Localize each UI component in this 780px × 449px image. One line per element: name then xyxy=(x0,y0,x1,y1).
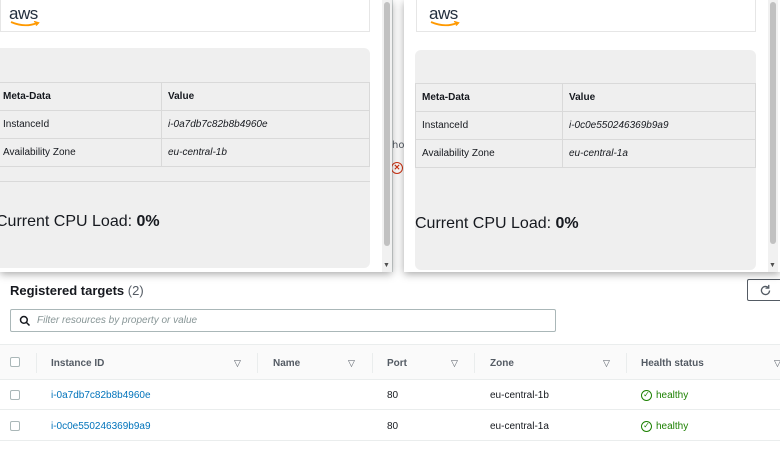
cpu-load: Current CPU Load: 0% xyxy=(0,213,160,230)
sort-caret-icon[interactable]: ▽ xyxy=(348,358,355,369)
filter-search-box[interactable] xyxy=(10,309,556,332)
scrollbar[interactable]: ▼ xyxy=(768,0,778,272)
instance-id-link[interactable]: i-0a7db7c82b8b4960e xyxy=(51,380,151,410)
scrollbar[interactable]: ▼ xyxy=(382,0,392,272)
meta-key: Availability Zone xyxy=(0,138,162,167)
meta-value: i-0c0e550246369b9a9 xyxy=(562,111,756,140)
logo-header: aws xyxy=(416,0,756,32)
health-status: ✓ healthy xyxy=(641,411,688,441)
scrollbar-thumb[interactable] xyxy=(384,2,390,246)
targets-count: (2) xyxy=(127,283,144,298)
row-checkbox[interactable] xyxy=(10,390,20,400)
row-checkbox[interactable] xyxy=(10,421,20,431)
targets-title: Registered targets xyxy=(10,283,125,298)
table-row[interactable]: i-0c0e550246369b9a9 80 eu-central-1a ✓ h… xyxy=(0,411,780,441)
scroll-down-icon[interactable]: ▼ xyxy=(769,262,776,269)
logo-header: aws xyxy=(0,0,370,32)
metadata-table: Meta-Data Value InstanceId i-0a7db7c82b8… xyxy=(0,82,370,167)
instance-popup-right: aws Meta-Data Value InstanceId i-0c0e550… xyxy=(404,0,780,272)
targets-table-header: Instance ID ▽ Name ▽ Port ▽ Zone ▽ Healt… xyxy=(0,344,780,380)
check-circle-icon: ✓ xyxy=(641,420,652,432)
meta-key: InstanceId xyxy=(0,110,162,139)
column-port[interactable]: Port ▽ xyxy=(387,345,472,381)
meta-key-header: Meta-Data xyxy=(0,82,162,111)
sort-caret-icon[interactable]: ▽ xyxy=(451,358,458,369)
meta-value-header: Value xyxy=(562,83,756,112)
refresh-icon xyxy=(760,284,770,295)
console-main-sliver xyxy=(392,0,404,272)
scroll-down-icon[interactable]: ▼ xyxy=(383,262,390,269)
instance-port: 80 xyxy=(387,389,399,401)
meta-key: Availability Zone xyxy=(415,139,563,168)
meta-value-header: Value xyxy=(161,82,370,111)
instance-port: 80 xyxy=(387,420,399,432)
refresh-button[interactable] xyxy=(747,279,780,301)
meta-key-header: Meta-Data xyxy=(415,83,563,112)
error-icon: ✕ xyxy=(391,162,403,174)
sort-caret-icon[interactable]: ▽ xyxy=(774,358,780,369)
health-status: ✓ healthy xyxy=(641,380,688,410)
instance-popup-left: aws Meta-Data Value InstanceId i-0a7db7c… xyxy=(0,0,392,272)
meta-key: InstanceId xyxy=(415,111,563,140)
partial-text: ho xyxy=(392,140,405,151)
sort-caret-icon[interactable]: ▽ xyxy=(234,358,241,369)
scrollbar-thumb[interactable] xyxy=(770,2,776,244)
check-circle-icon: ✓ xyxy=(641,389,652,401)
filter-input[interactable] xyxy=(37,315,537,326)
column-health-status[interactable]: Health status ▽ xyxy=(641,345,780,381)
meta-value: eu-central-1b xyxy=(161,138,370,167)
select-all-checkbox[interactable] xyxy=(10,357,20,367)
table-row[interactable]: i-0a7db7c82b8b4960e 80 eu-central-1b ✓ h… xyxy=(0,380,780,410)
aws-smile-icon xyxy=(430,21,460,27)
metadata-table: Meta-Data Value InstanceId i-0c0e5502463… xyxy=(415,83,756,168)
cpu-value: 0% xyxy=(555,215,579,232)
instance-zone: eu-central-1a xyxy=(490,420,549,432)
cpu-load: Current CPU Load: 0% xyxy=(415,215,579,232)
meta-value: eu-central-1a xyxy=(562,139,756,168)
registered-targets-panel: Registered targets (2) Instance ID ▽ Nam… xyxy=(0,272,780,449)
targets-header: Registered targets (2) xyxy=(10,283,144,298)
column-instance-id[interactable]: Instance ID ▽ xyxy=(51,345,251,381)
meta-value: i-0a7db7c82b8b4960e xyxy=(161,110,370,139)
aws-smile-icon xyxy=(10,21,40,27)
instance-id-link[interactable]: i-0c0e550246369b9a9 xyxy=(51,411,151,441)
search-icon xyxy=(19,315,31,326)
instance-zone: eu-central-1b xyxy=(490,389,549,401)
sort-caret-icon[interactable]: ▽ xyxy=(603,358,610,369)
column-zone[interactable]: Zone ▽ xyxy=(490,345,630,381)
column-name[interactable]: Name ▽ xyxy=(273,345,373,381)
cpu-value: 0% xyxy=(136,213,160,230)
